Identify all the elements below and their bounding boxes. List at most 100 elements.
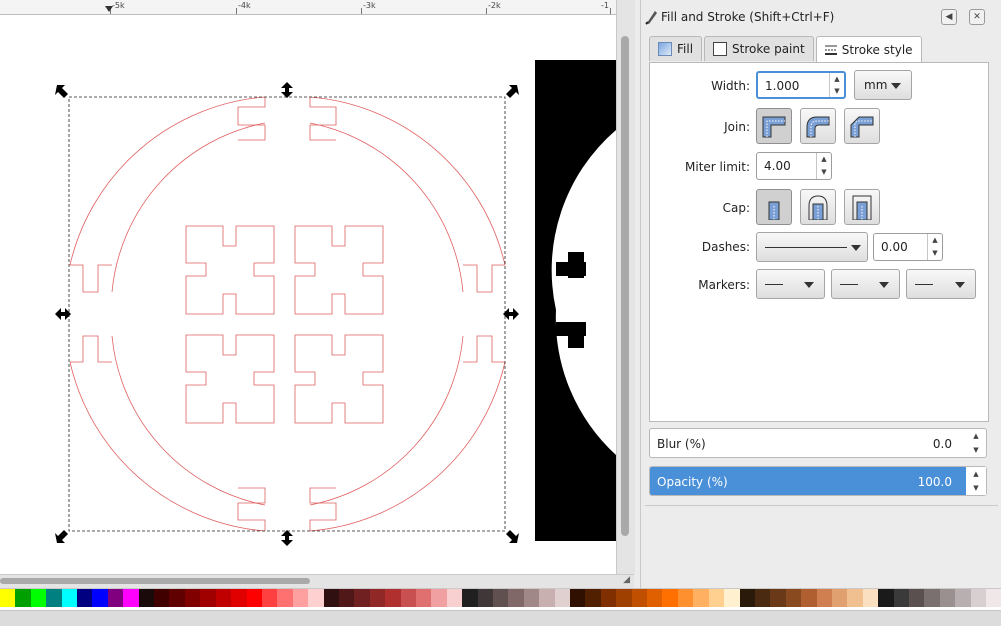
color-swatch[interactable] — [647, 589, 663, 607]
spin-up-icon[interactable]: ▲ — [966, 467, 986, 481]
resize-handle-bottom-icon[interactable] — [281, 530, 293, 546]
color-swatch[interactable] — [292, 589, 309, 607]
color-swatch[interactable] — [523, 589, 540, 607]
color-swatch[interactable] — [231, 589, 247, 607]
spin-down-icon[interactable]: ▼ — [966, 481, 986, 495]
cap-round-button[interactable] — [800, 189, 836, 225]
color-swatch[interactable] — [570, 589, 586, 607]
color-swatch[interactable] — [400, 589, 416, 607]
color-swatch[interactable] — [939, 589, 956, 607]
color-swatch[interactable] — [46, 589, 62, 607]
vertical-scrollbar[interactable] — [616, 0, 635, 574]
color-swatch[interactable] — [816, 589, 832, 607]
start-marker-dropdown[interactable] — [756, 269, 825, 299]
color-swatch[interactable] — [770, 589, 786, 607]
resize-handle-top-left-icon[interactable] — [55, 85, 68, 98]
vertical-scroll-thumb[interactable] — [621, 36, 629, 536]
resize-handle-bottom-right-icon[interactable] — [506, 530, 519, 543]
miter-limit-spinbox[interactable]: 4.00 ▲ ▼ — [756, 152, 832, 180]
cap-square-button[interactable] — [844, 189, 880, 225]
color-swatch[interactable] — [261, 589, 278, 607]
color-swatch[interactable] — [847, 589, 863, 607]
color-swatch[interactable] — [878, 589, 894, 607]
tab-stroke-paint[interactable]: Stroke paint — [704, 36, 814, 61]
resize-handle-top-right-icon[interactable] — [506, 85, 519, 98]
horizontal-scroll-thumb[interactable] — [0, 578, 310, 584]
color-swatch[interactable] — [785, 589, 802, 607]
color-swatch[interactable] — [739, 589, 755, 607]
color-swatch[interactable] — [908, 589, 925, 607]
color-swatch[interactable] — [508, 589, 524, 607]
color-swatch[interactable] — [354, 589, 370, 607]
spin-up-icon[interactable]: ▲ — [817, 153, 831, 166]
color-swatch[interactable] — [138, 589, 155, 607]
unit-dropdown[interactable]: mm — [854, 70, 912, 100]
color-swatch[interactable] — [431, 589, 447, 607]
color-swatch[interactable] — [724, 589, 740, 607]
color-swatch[interactable] — [154, 589, 170, 607]
color-swatch[interactable] — [446, 589, 463, 607]
spin-up-icon[interactable]: ▲ — [966, 429, 986, 443]
join-round-button[interactable] — [800, 108, 836, 144]
color-swatch[interactable] — [200, 589, 216, 607]
dock-collapse-icon[interactable]: ◀ — [941, 9, 957, 25]
spin-down-icon[interactable]: ▼ — [928, 247, 942, 260]
drawing-canvas[interactable]: -5k -4k -3k -2k -1 — [0, 0, 616, 574]
color-swatch[interactable] — [986, 589, 1001, 607]
color-swatch[interactable] — [754, 589, 771, 607]
mid-marker-dropdown[interactable] — [831, 269, 900, 299]
color-swatch[interactable] — [323, 589, 339, 607]
color-swatch[interactable] — [308, 589, 324, 607]
color-swatch[interactable] — [708, 589, 725, 607]
color-swatch[interactable] — [215, 589, 232, 607]
color-swatch[interactable] — [277, 589, 293, 607]
spin-up-icon[interactable]: ▲ — [830, 73, 844, 85]
color-swatch[interactable] — [862, 589, 879, 607]
end-marker-dropdown[interactable] — [906, 269, 976, 299]
resize-handle-bottom-left-icon[interactable] — [55, 530, 68, 543]
color-swatch[interactable] — [30, 589, 47, 607]
color-swatch[interactable] — [554, 589, 571, 607]
drawing-svg[interactable] — [0, 0, 616, 574]
color-swatch[interactable] — [184, 589, 201, 607]
color-palette[interactable] — [0, 588, 1001, 611]
horizontal-scrollbar[interactable]: ◢ — [0, 574, 634, 588]
tab-fill[interactable]: Fill — [649, 36, 703, 61]
color-swatch[interactable] — [924, 589, 940, 607]
color-swatch[interactable] — [369, 589, 386, 607]
tab-stroke-style[interactable]: Stroke style — [815, 36, 922, 63]
join-miter-button[interactable] — [756, 108, 792, 144]
color-swatch[interactable] — [477, 589, 493, 607]
spin-up-icon[interactable]: ▲ — [928, 234, 942, 247]
color-swatch[interactable] — [0, 589, 16, 607]
color-swatch[interactable] — [246, 589, 262, 607]
resize-handle-top-icon[interactable] — [281, 82, 293, 98]
spin-down-icon[interactable]: ▼ — [966, 443, 986, 457]
color-swatch[interactable] — [123, 589, 139, 607]
join-bevel-button[interactable] — [844, 108, 880, 144]
color-swatch[interactable] — [338, 589, 355, 607]
opacity-slider[interactable]: Opacity (%) 100.0 ▲ ▼ — [649, 466, 987, 496]
color-swatch[interactable] — [169, 589, 185, 607]
color-swatch[interactable] — [385, 589, 401, 607]
color-swatch[interactable] — [693, 589, 709, 607]
color-swatch[interactable] — [539, 589, 555, 607]
color-swatch[interactable] — [970, 589, 986, 607]
color-swatch[interactable] — [462, 589, 478, 607]
color-swatch[interactable] — [415, 589, 432, 607]
dash-offset-spinbox[interactable]: 0.00 ▲ ▼ — [873, 233, 943, 261]
color-swatch[interactable] — [616, 589, 632, 607]
color-swatch[interactable] — [893, 589, 909, 607]
color-swatch[interactable] — [107, 589, 124, 607]
spin-down-icon[interactable]: ▼ — [830, 85, 844, 97]
color-swatch[interactable] — [61, 589, 78, 607]
dash-pattern-dropdown[interactable] — [756, 232, 868, 262]
color-swatch[interactable] — [677, 589, 694, 607]
selection-handles[interactable] — [55, 82, 519, 546]
color-swatch[interactable] — [92, 589, 108, 607]
width-spinbox[interactable]: 1.000 ▲ ▼ — [756, 71, 846, 99]
color-swatch[interactable] — [662, 589, 678, 607]
color-swatch[interactable] — [631, 589, 648, 607]
color-swatch[interactable] — [831, 589, 848, 607]
color-swatch[interactable] — [15, 589, 31, 607]
